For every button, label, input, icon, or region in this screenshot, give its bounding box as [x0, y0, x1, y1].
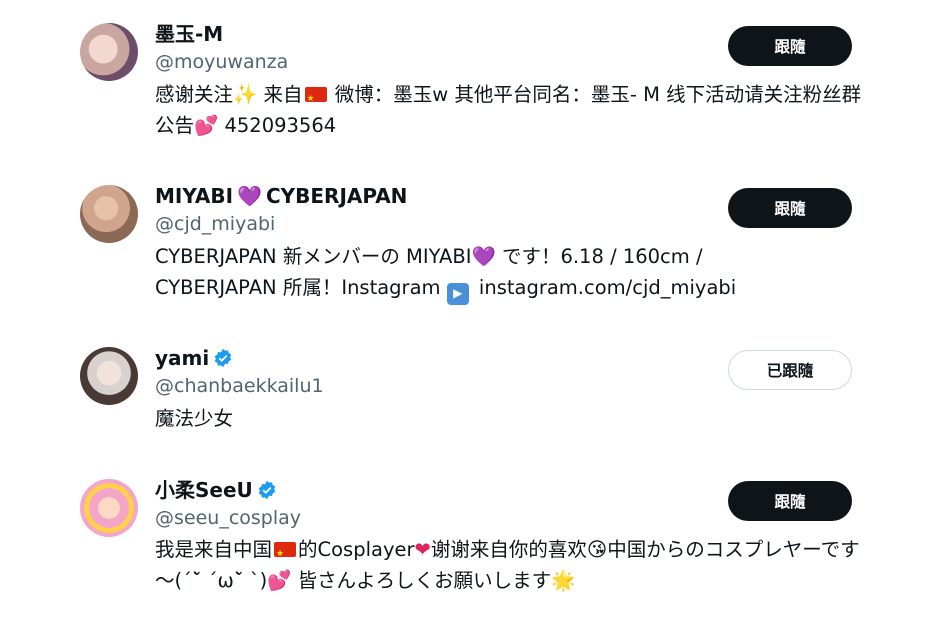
- purple-heart-icon: 💜: [237, 184, 262, 208]
- avatar[interactable]: [80, 347, 138, 405]
- verified-badge-icon: [258, 480, 276, 500]
- user-name[interactable]: yami: [155, 346, 233, 370]
- user-handle[interactable]: @cjd_miyabi: [155, 212, 275, 236]
- avatar[interactable]: [80, 23, 138, 81]
- glowing-star-icon: 🌟: [551, 569, 576, 592]
- follow-button[interactable]: 跟隨: [728, 188, 852, 228]
- user-bio: 感谢关注✨ 来自 微博：墨玉w 其他平台同名：墨玉- M 线下活动请关注粉丝群公…: [155, 79, 865, 141]
- user-handle[interactable]: @moyuwanza: [155, 50, 288, 74]
- user-name[interactable]: MIYABI 💜 CYBERJAPAN: [155, 184, 407, 208]
- china-flag-icon: [274, 539, 297, 570]
- user-handle[interactable]: @chanbaekkailu1: [155, 374, 324, 398]
- user-name[interactable]: 小柔SeeU: [155, 478, 277, 502]
- follow-button[interactable]: 跟隨: [728, 26, 852, 66]
- avatar[interactable]: [80, 479, 138, 537]
- china-flag-icon: [304, 84, 327, 115]
- instagram-link[interactable]: instagram.com/cjd_miyabi: [473, 276, 736, 299]
- red-heart-icon: ❤: [414, 538, 431, 561]
- follow-suggestions-list: 墨玉-M @moyuwanza 感谢关注✨ 来自 微博：墨玉w 其他平台同名：墨…: [0, 0, 936, 624]
- user-bio: 魔法少女: [155, 407, 234, 430]
- verified-badge-icon: [214, 348, 232, 368]
- kissing-face-icon: 😘: [586, 538, 608, 561]
- purple-heart-icon: 💜: [471, 245, 496, 268]
- two-hearts-icon: 💕: [194, 114, 219, 137]
- user-bio: 我是来自中国的Cosplayer❤谢谢来自你的喜欢😘中国からのコスプレヤーです～…: [155, 534, 865, 596]
- follow-button[interactable]: 跟隨: [728, 481, 852, 521]
- play-button-icon: ▶: [446, 282, 469, 305]
- following-button[interactable]: 已跟隨: [728, 350, 852, 390]
- user-bio: CYBERJAPAN 新メンバーの MIYABI💜 です！6.18 / 160c…: [155, 241, 795, 305]
- user-name[interactable]: 墨玉-M: [155, 22, 223, 46]
- avatar[interactable]: [80, 185, 138, 243]
- sparkles-icon: ✨: [233, 83, 258, 106]
- user-handle[interactable]: @seeu_cosplay: [155, 506, 301, 530]
